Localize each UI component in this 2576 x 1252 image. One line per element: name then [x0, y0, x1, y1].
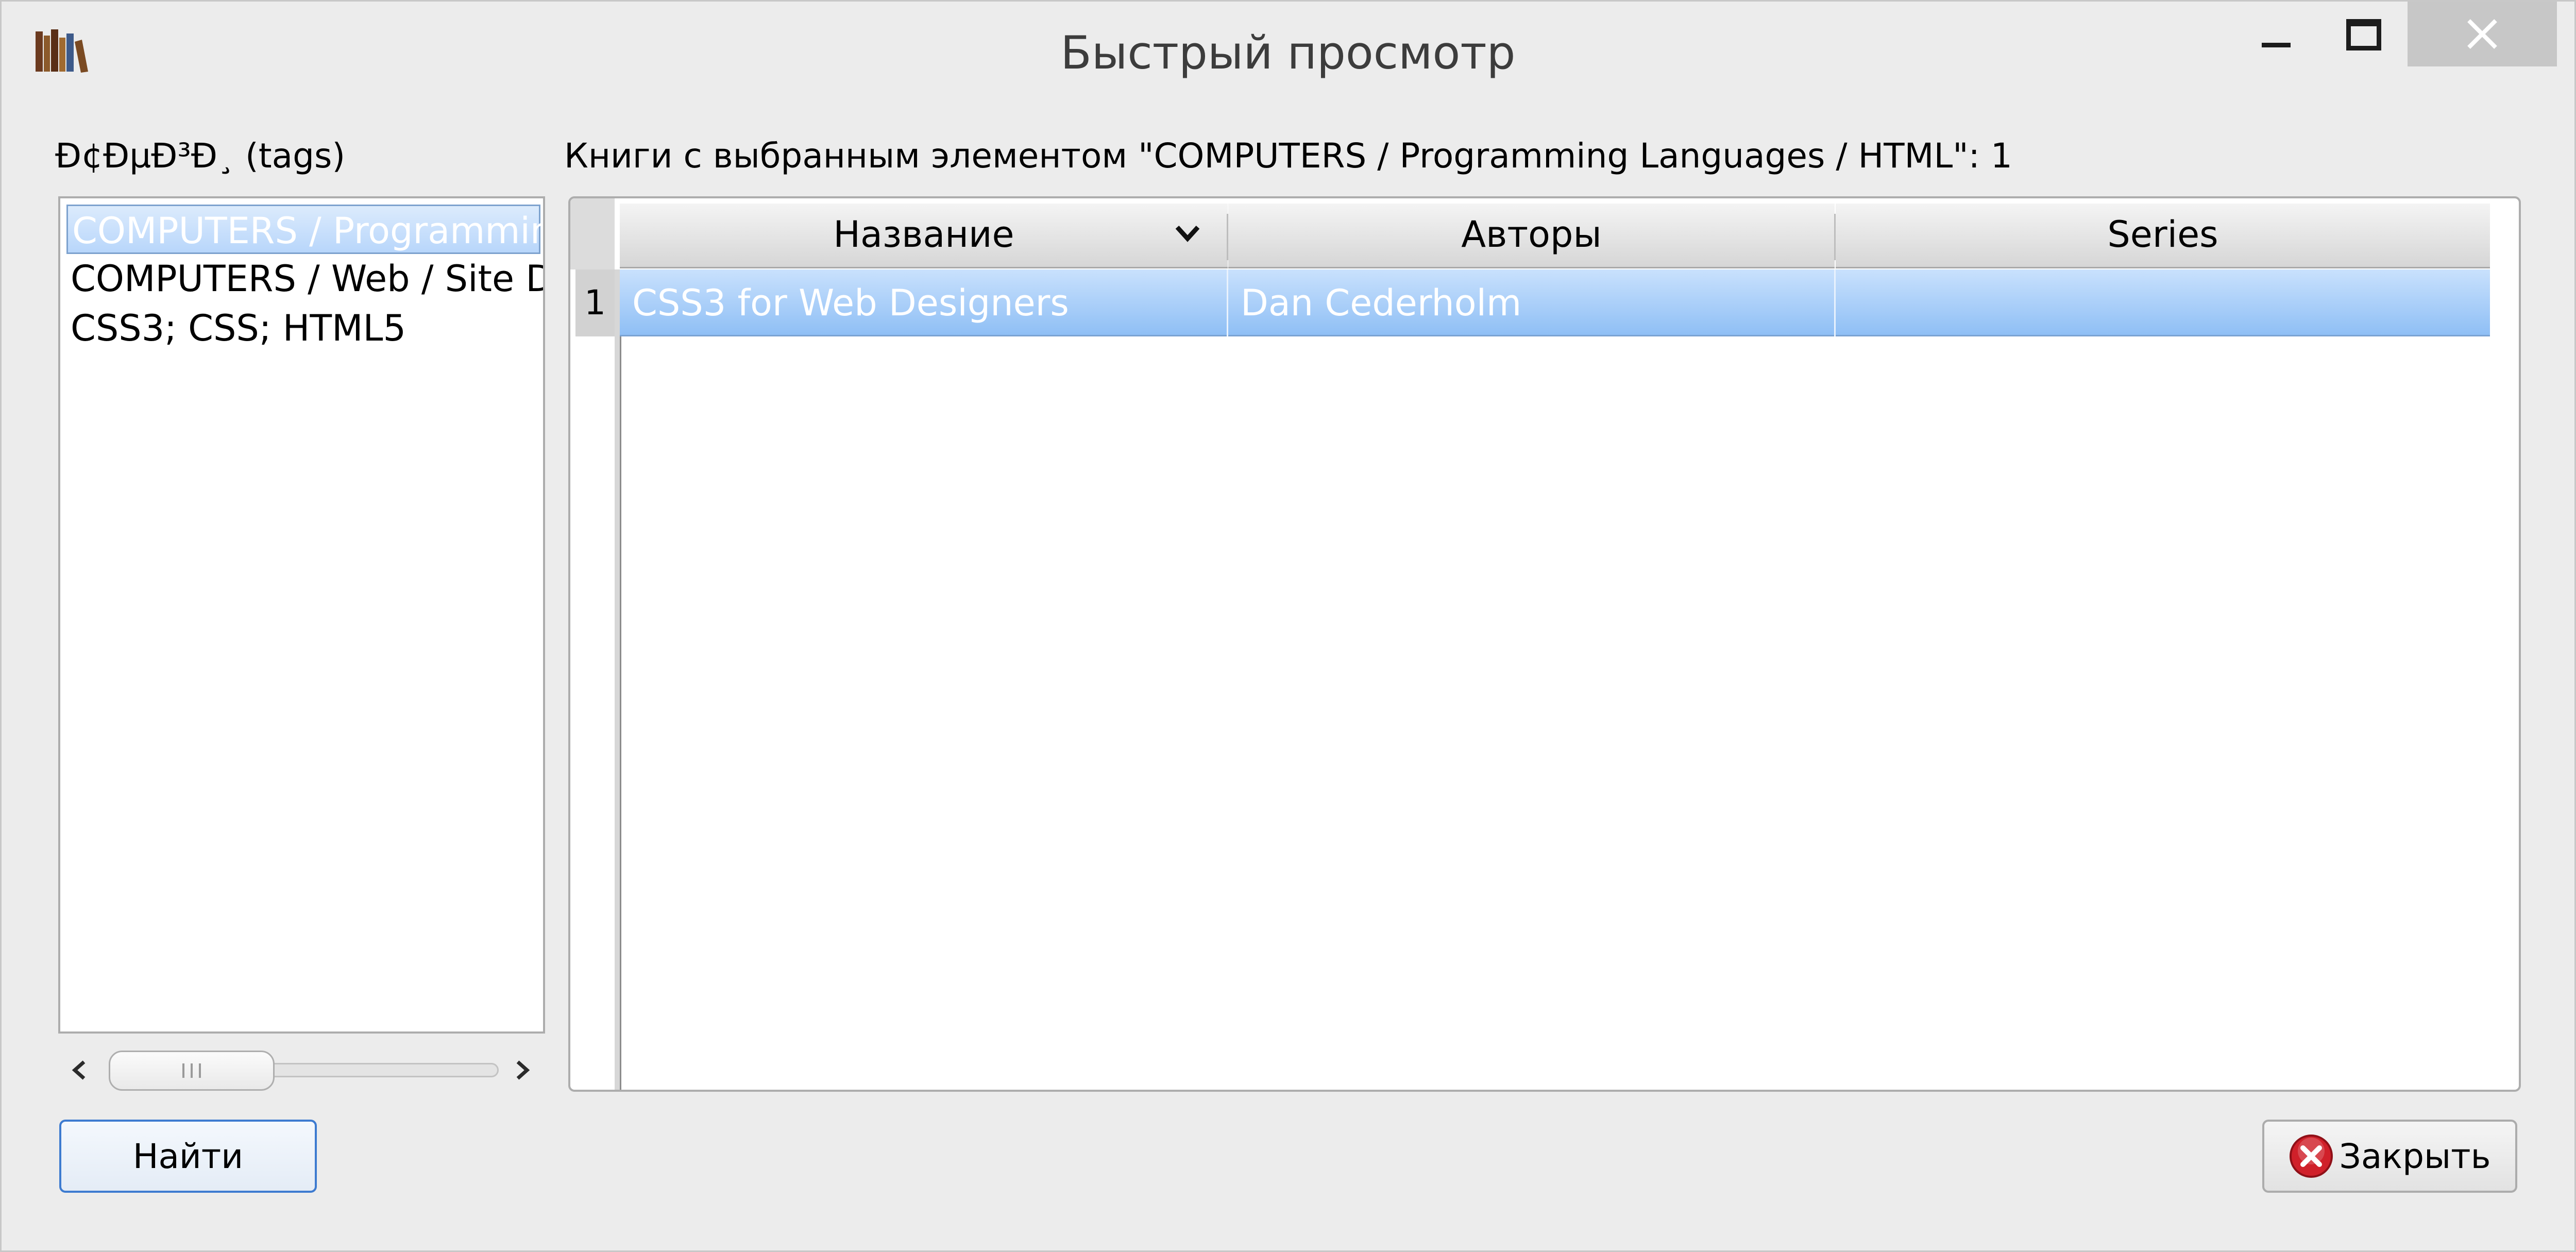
column-header-series[interactable]: Series — [1836, 204, 2490, 268]
tag-item[interactable]: COMPUTERS / Web / Site Design — [71, 254, 543, 303]
minimize-icon — [2262, 42, 2291, 47]
scroll-right-arrow-icon[interactable] — [506, 1055, 537, 1086]
grip-line — [199, 1063, 201, 1078]
tag-item[interactable]: COMPUTERS / Programming Languages / HTML — [66, 205, 543, 254]
grip-line — [182, 1063, 184, 1078]
maximize-button[interactable] — [2325, 2, 2402, 67]
red-x-circle-icon — [2289, 1135, 2333, 1178]
window-title: Быстрый просмотр — [1060, 26, 1516, 79]
find-button-label: Найти — [132, 1136, 244, 1176]
grip-line — [191, 1063, 193, 1078]
scroll-left-arrow-icon[interactable] — [64, 1055, 95, 1086]
horizontal-scrollbar[interactable] — [58, 1047, 545, 1095]
table-corner — [570, 198, 615, 269]
tags-label: Ð¢ÐµÐ³Ð¸ (tags) — [55, 136, 346, 176]
maximize-icon — [2346, 19, 2381, 50]
books-table: Название Авторы Series 1 CSS3 for Web De… — [568, 196, 2521, 1092]
tags-list[interactable]: COMPUTERS / Programming Languages / HTML… — [58, 196, 545, 1034]
column-header-authors[interactable]: Авторы — [1228, 204, 1835, 268]
find-button[interactable]: Найти — [59, 1120, 317, 1193]
results-label: Книги с выбранным элементом "COMPUTERS /… — [564, 136, 2012, 176]
tag-item[interactable]: CSS3; CSS; HTML5 — [71, 303, 406, 353]
close-button-label: Закрыть — [2339, 1136, 2491, 1176]
quick-view-window: Быстрый просмотр Ð¢ÐµÐ³Ð¸ (tags) COMPUTE… — [0, 0, 2576, 1252]
close-icon — [2467, 19, 2497, 49]
column-header-label: Авторы — [1461, 213, 1602, 256]
cell-title[interactable]: CSS3 for Web Designers — [620, 269, 1227, 336]
cell-series[interactable] — [1836, 269, 2490, 336]
close-window-button[interactable] — [2408, 2, 2557, 66]
row-number[interactable]: 1 — [575, 269, 615, 336]
cell-authors[interactable]: Dan Cederholm — [1228, 269, 1834, 336]
title-bar: Быстрый просмотр — [2, 2, 2574, 105]
column-header-label: Series — [2107, 213, 2218, 256]
table-row[interactable]: CSS3 for Web Designers Dan Cederholm — [620, 269, 2490, 336]
column-header-title[interactable]: Название — [620, 204, 1228, 268]
minimize-button[interactable] — [2238, 2, 2315, 67]
row-header-strip — [615, 269, 621, 1090]
chevron-down-icon[interactable] — [1173, 223, 1202, 244]
scroll-thumb[interactable] — [109, 1051, 275, 1091]
close-button[interactable]: Закрыть — [2262, 1120, 2517, 1193]
column-header-label: Название — [833, 213, 1014, 256]
